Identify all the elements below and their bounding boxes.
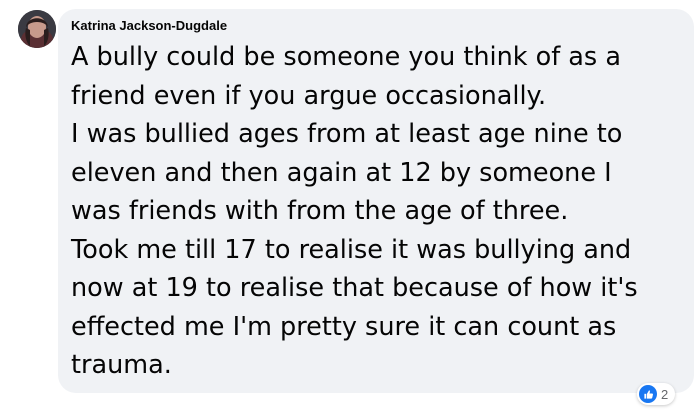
comment-text: A bully could be someone you think of as…	[71, 38, 686, 385]
comment-thread: Katrina Jackson-Dugdale A bully could be…	[0, 0, 700, 411]
comment-line: now at 19 to realise that because of how…	[71, 273, 638, 303]
reaction-count: 2	[661, 386, 669, 402]
comment-line: A bully could be someone you think of as…	[71, 42, 621, 72]
comment-line: friend even if you argue occasionally.	[71, 80, 547, 111]
comment-line: Took me till 17 to realise it was bullyi…	[71, 234, 632, 265]
comment-line: eleven and then again at 12 by someone I	[71, 157, 612, 188]
comment-bubble: Katrina Jackson-Dugdale A bully could be…	[58, 9, 694, 393]
avatar[interactable]	[18, 10, 56, 48]
comment-author[interactable]: Katrina Jackson-Dugdale	[71, 18, 227, 33]
comment-line: was friends with from the age of three.	[71, 196, 569, 226]
comment-line: I was bullied ages from at least age nin…	[71, 119, 623, 149]
avatar-image	[18, 10, 56, 48]
comment-line: trauma.	[71, 350, 172, 380]
comment-line: effected me I'm pretty sure it can count…	[71, 311, 617, 342]
like-icon	[639, 385, 657, 403]
reactions-badge[interactable]: 2	[637, 383, 676, 405]
